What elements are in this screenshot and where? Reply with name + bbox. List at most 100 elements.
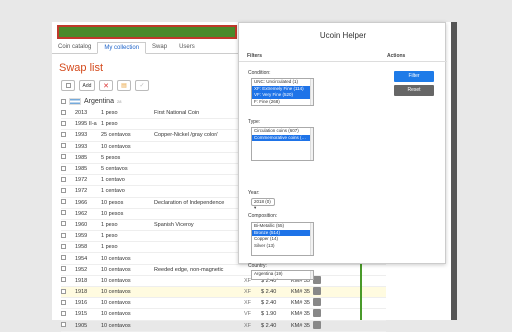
checkbox-icon[interactable] [61,176,66,182]
table-row[interactable]: 1918 10 centavos XF $ 2.40 KM# 35 [61,275,386,287]
row-value: 1 centavo [101,188,125,195]
checkbox-icon[interactable] [61,120,66,126]
row-checkbox[interactable] [61,176,75,184]
listbox-scrollbar[interactable] [310,223,313,255]
listbox-option[interactable]: Australia (1) [252,278,313,280]
checkbox-icon[interactable] [61,210,66,216]
row-year: 1962 [75,210,88,217]
checkbox-icon[interactable] [61,288,66,294]
checkbox-icon[interactable] [61,299,66,305]
tab-swap[interactable]: Swap [146,42,173,53]
row-checkbox[interactable] [61,243,75,251]
confirm-button[interactable]: ✓ [135,80,149,91]
checkbox-icon[interactable] [61,232,66,238]
row-description: Spanish Viceroy [154,221,194,228]
row-checkbox[interactable] [61,232,75,240]
country-checkbox[interactable] [61,99,66,104]
row-year: 1952 [75,266,88,273]
checkbox-icon[interactable] [61,255,66,261]
row-checkbox[interactable] [61,310,75,318]
tab-users[interactable]: Users [173,42,201,53]
row-checkbox[interactable] [61,277,75,284]
checkbox-icon [65,83,71,88]
row-condition: XF [244,300,252,307]
row-price: $ 1.90 [261,311,277,318]
coin-image-icon [313,298,321,307]
swap-toolbar: Add ✕ ▤ ✓ [61,80,149,91]
row-checkbox[interactable] [61,322,75,329]
tab-coin-catalog[interactable]: Coin catalog [52,42,97,53]
row-value: 10 centavos [101,255,131,262]
delete-button[interactable]: ✕ [99,80,113,91]
checkbox-icon[interactable] [61,199,66,205]
checkbox-icon[interactable] [61,131,66,137]
listbox-scrollbar[interactable] [310,128,313,160]
checkbox-icon[interactable] [61,266,66,272]
coin-thumbnail[interactable] [313,287,323,297]
listbox-scrollbar[interactable] [310,271,313,279]
listbox-scrollbar[interactable] [310,79,313,105]
row-value: 1 centavo [101,177,125,184]
row-value: 5 pesos [101,154,121,161]
row-checkbox[interactable] [61,299,75,307]
table-row[interactable]: 1918 10 centavos XF $ 2.40 KM# 35 [61,287,386,299]
table-row[interactable]: 1952 10 centavos Reeded edge, non-magnetic [61,265,386,276]
argentina-flag-icon [69,98,81,105]
checkbox-icon[interactable] [61,154,66,160]
table-row[interactable]: 1905 10 centavos XF $ 2.40 KM# 35 [61,320,386,332]
row-checkbox[interactable] [61,165,75,173]
row-value: 1 peso [101,244,118,251]
row-checkbox[interactable] [61,288,75,296]
listbox-option[interactable]: Silver (13) [252,243,313,250]
filter-button[interactable]: Filter [394,71,434,82]
reset-button[interactable]: Reset [394,85,434,96]
row-value: 10 pesos [101,199,124,206]
ucoin-helper-popup: Ucoin Helper Filters Actions Condition: … [238,22,447,280]
table-row[interactable]: 1916 10 centavos XF $ 2.40 KM# 35 [61,298,386,310]
row-checkbox[interactable] [61,109,75,117]
row-checkbox[interactable] [61,255,75,262]
checkbox-icon[interactable] [61,221,66,227]
year-select[interactable]: 2018 (0) ▾ [251,198,275,210]
tab-my-collection[interactable]: My collection [97,42,147,54]
add-button[interactable]: Add [79,80,95,91]
checkbox-icon[interactable] [61,143,66,149]
coin-thumbnail[interactable] [313,298,323,308]
checkbox-icon[interactable] [61,277,66,283]
row-year: 1918 [75,277,88,284]
row-checkbox[interactable] [61,187,75,195]
coin-thumbnail[interactable] [313,320,323,331]
row-year: 1960 [75,221,88,228]
condition-listbox[interactable]: UNC: Uncirculated (1) XF: Extremely Fine … [251,78,314,106]
listbox-option[interactable]: F: Fine (268) [252,99,313,106]
checkbox-icon[interactable] [61,187,66,193]
type-listbox[interactable]: Circulation coins (607) Commemorative coi… [251,127,314,161]
edit-button[interactable]: ▤ [117,80,131,91]
select-all-checkbox[interactable] [61,80,75,91]
checkbox-icon[interactable] [61,165,66,171]
table-row[interactable]: 1915 10 centavos VF $ 1.90 KM# 35 [61,309,386,321]
checkbox-icon[interactable] [61,243,66,249]
row-km-number: KM# 35 [291,322,310,329]
coin-thumbnail[interactable] [313,275,323,286]
row-checkbox[interactable] [61,154,75,161]
coin-image-icon [313,287,321,296]
coin-thumbnail[interactable] [313,309,323,319]
checkbox-icon[interactable] [61,322,66,328]
listbox-option[interactable]: Commemorative coins (… [252,134,313,141]
row-checkbox[interactable] [61,221,75,228]
row-checkbox[interactable] [61,199,75,206]
row-year: 1959 [75,233,88,240]
row-checkbox[interactable] [61,120,75,128]
composition-listbox[interactable]: Bi-Metallic (55) Bronze (514) Copper (14) S… [251,222,314,256]
checkbox-icon[interactable] [61,310,66,316]
checkbox-icon[interactable] [61,109,66,115]
row-checkbox[interactable] [61,143,75,150]
country-listbox[interactable]: Argentina (19) Australia (1) [251,270,314,280]
row-year: 1985 [75,154,88,161]
row-checkbox[interactable] [61,131,75,139]
row-year: 1972 [75,177,88,184]
country-group-header: Argentina 28 [61,98,121,105]
row-checkbox[interactable] [61,210,75,217]
row-checkbox[interactable] [61,266,75,273]
